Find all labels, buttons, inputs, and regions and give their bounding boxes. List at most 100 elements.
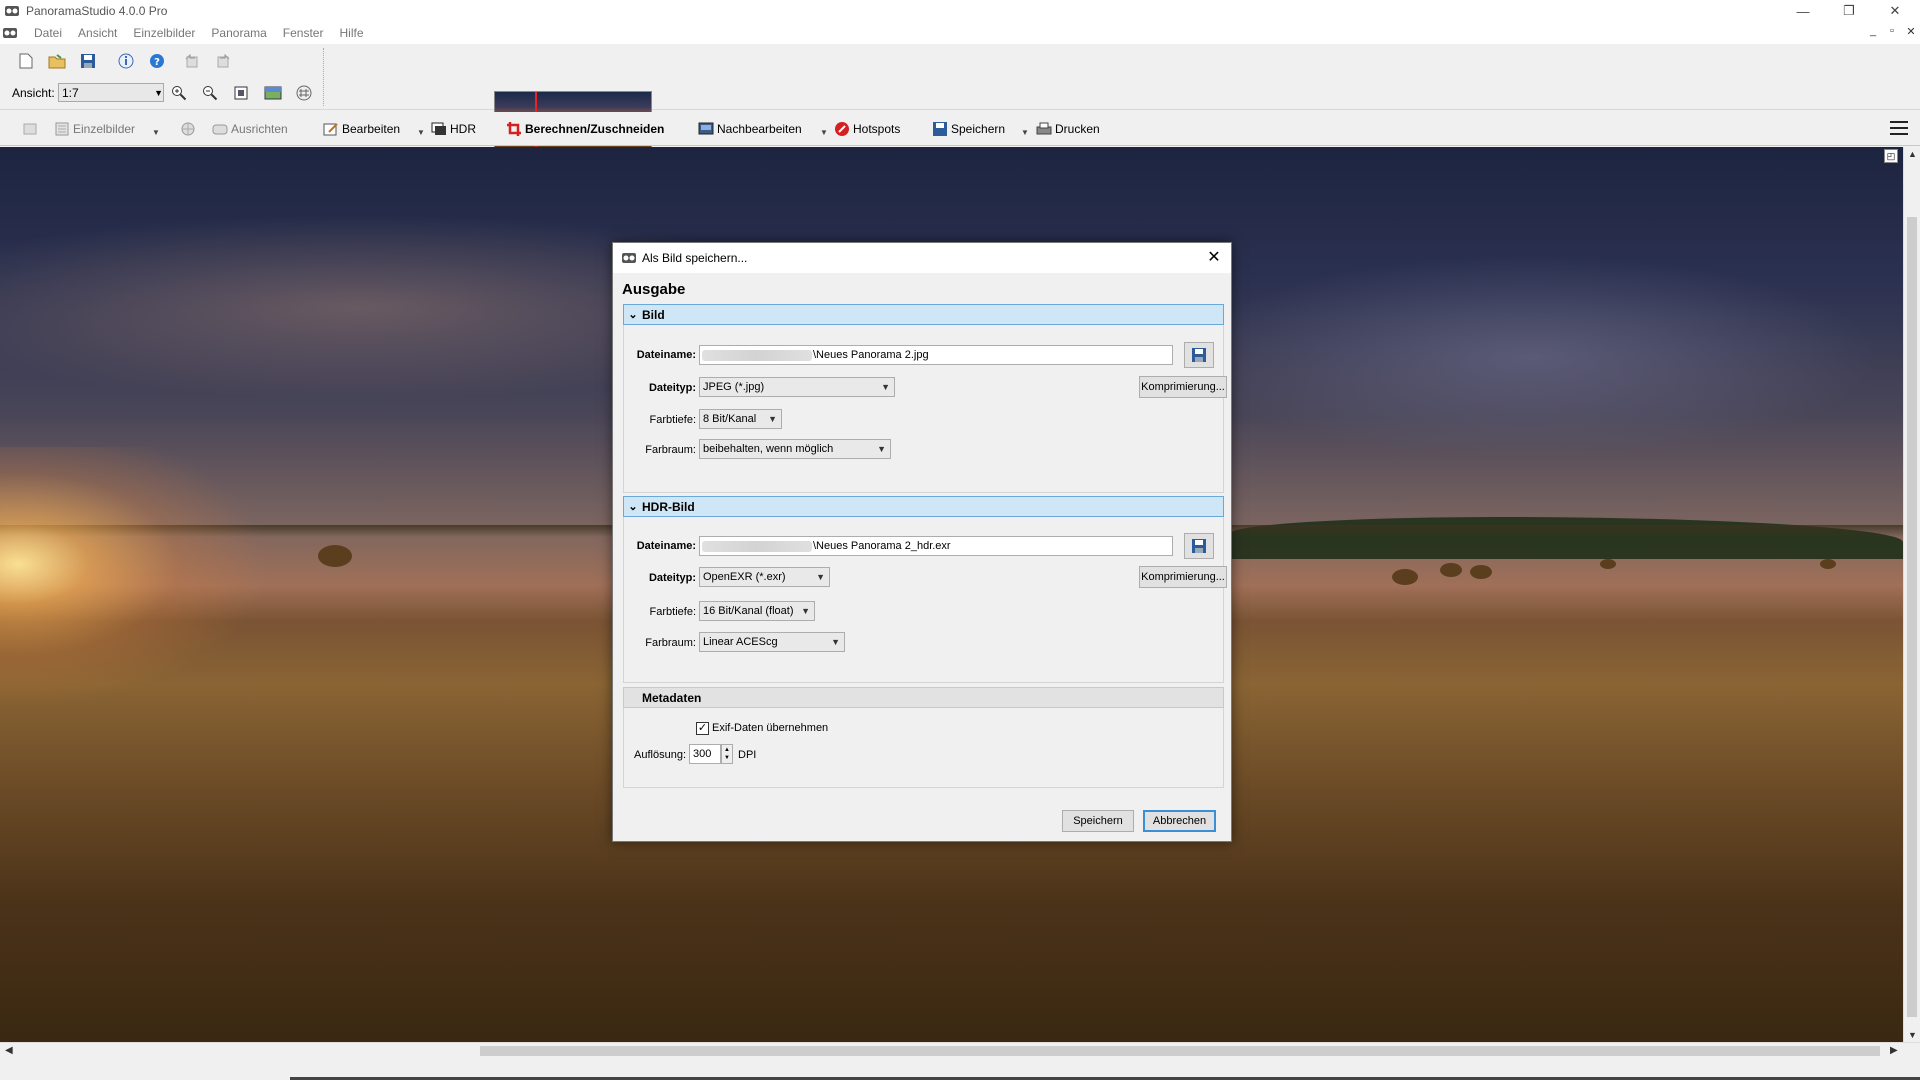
save-as-image-dialog: Als Bild speichern... ✕ Ausgabe ⌄ Bild D… — [612, 242, 1232, 842]
workflow-bearbeiten[interactable]: Bearbeiten — [323, 120, 400, 138]
einzelbilder-dropdown-arrow-icon[interactable]: ▼ — [152, 128, 160, 137]
vertical-scrollbar[interactable]: ▲ ▼ — [1903, 147, 1920, 1042]
workflow-berechnen-label: Berechnen/Zuschneiden — [525, 122, 665, 136]
workflow-hotspots[interactable]: Hotspots — [834, 120, 900, 138]
cancel-button[interactable]: Abbrechen — [1143, 810, 1216, 832]
bild-filetype-value: JPEG (*.jpg) — [703, 381, 765, 393]
scroll-right-icon[interactable]: ▶ — [1890, 1045, 1898, 1056]
hamburger-menu-icon[interactable] — [1890, 121, 1908, 137]
resolution-label: Auflösung: — [634, 749, 686, 761]
help-icon[interactable]: ? — [146, 50, 168, 72]
mdi-close-button[interactable]: ✕ — [1904, 25, 1918, 41]
bild-filetype-select[interactable]: JPEG (*.jpg) ▼ — [699, 377, 895, 397]
hdr-filename-label: Dateiname: — [636, 540, 696, 552]
workflow-drucken[interactable]: Drucken — [1036, 120, 1100, 138]
hay-bale — [1600, 559, 1616, 569]
resolution-unit: DPI — [738, 749, 757, 761]
workflow-speichern-label: Speichern — [951, 122, 1006, 136]
bearbeiten-dropdown-arrow-icon[interactable]: ▼ — [417, 128, 425, 137]
zoom-select[interactable]: 1:7 ▼ — [58, 83, 164, 102]
workflow-hdr[interactable]: HDR — [431, 120, 476, 138]
chevron-down-icon: ⌄ — [628, 501, 638, 513]
crop-icon — [507, 122, 521, 136]
bild-compression-button[interactable]: Komprimierung... — [1139, 376, 1227, 398]
chevron-down-icon: ▼ — [801, 606, 810, 616]
image-view-icon[interactable] — [262, 82, 284, 104]
workflow-drucken-label: Drucken — [1055, 122, 1100, 136]
speichern-dropdown-arrow-icon[interactable]: ▼ — [1021, 128, 1029, 137]
mdi-restore-button[interactable]: ▫ — [1885, 25, 1899, 41]
section-bild-header[interactable]: ⌄ Bild — [623, 304, 1224, 325]
hdr-compression-button[interactable]: Komprimierung... — [1139, 566, 1227, 588]
hdr-filename-field[interactable]: \Neues Panorama 2_hdr.exr — [699, 536, 1173, 556]
workflow-hdr-label: HDR — [450, 122, 476, 136]
bild-colordepth-select[interactable]: 8 Bit/Kanal ▼ — [699, 409, 782, 429]
menu-hilfe[interactable]: Hilfe — [331, 26, 371, 40]
menu-datei[interactable]: Datei — [26, 26, 70, 40]
menu-fenster[interactable]: Fenster — [275, 26, 332, 40]
hdr-colordepth-select[interactable]: 16 Bit/Kanal (float) ▼ — [699, 601, 815, 621]
info-icon[interactable] — [115, 50, 137, 72]
vertical-scroll-thumb[interactable] — [1907, 217, 1917, 1017]
redo-icon[interactable] — [212, 50, 234, 72]
resolution-input[interactable]: 300 — [689, 744, 721, 764]
zoom-out-icon[interactable] — [199, 82, 221, 104]
zoom-label: Ansicht: — [12, 86, 55, 100]
workflow-berechnen-zuschneiden[interactable]: Berechnen/Zuschneiden — [506, 120, 664, 138]
menu-einzelbilder[interactable]: Einzelbilder — [125, 26, 203, 40]
scroll-left-icon[interactable]: ◀ — [5, 1045, 13, 1056]
hdr-filetype-select[interactable]: OpenEXR (*.exr) ▼ — [699, 567, 830, 587]
app-icon — [5, 6, 19, 16]
close-button[interactable]: ✕ — [1872, 0, 1918, 22]
workflow-bearbeiten-label: Bearbeiten — [342, 122, 401, 136]
spin-down-icon[interactable]: ▼ — [724, 754, 730, 762]
save-button[interactable]: Speichern — [1062, 810, 1134, 832]
mdi-minimize-button[interactable]: _ — [1866, 25, 1880, 41]
hdr-browse-button[interactable] — [1184, 533, 1214, 559]
exif-label: Exif-Daten übernehmen — [712, 722, 829, 734]
new-file-icon[interactable] — [15, 50, 37, 72]
restore-button[interactable]: ❐ — [1826, 0, 1872, 22]
minimize-button[interactable]: — — [1780, 0, 1826, 22]
save-disk-icon — [1192, 539, 1206, 553]
open-folder-icon[interactable] — [46, 50, 68, 72]
exif-checkbox[interactable]: ✓ — [696, 722, 709, 735]
workflow-ausrichten-label: Ausrichten — [231, 122, 288, 136]
workflow-einzelbilder[interactable]: Einzelbilder — [54, 120, 135, 138]
workflow-globe-button[interactable] — [180, 120, 199, 138]
horizontal-scroll-thumb[interactable] — [480, 1046, 1880, 1056]
save-disk-icon[interactable] — [77, 50, 99, 72]
menu-panorama[interactable]: Panorama — [203, 26, 274, 40]
bild-filename-label: Dateiname: — [636, 349, 696, 361]
hdr-colorspace-select[interactable]: Linear ACEScg ▼ — [699, 632, 845, 652]
app-menu-icon[interactable] — [2, 25, 18, 41]
hotspots-icon — [835, 122, 849, 136]
nachbearbeiten-dropdown-arrow-icon[interactable]: ▼ — [820, 128, 828, 137]
view-corner-icon[interactable]: ◰ — [1884, 149, 1898, 163]
grid-icon[interactable] — [293, 82, 315, 104]
back-icon — [23, 123, 37, 135]
dialog-close-icon[interactable]: ✕ — [1205, 249, 1223, 267]
workflow-back-button[interactable] — [22, 120, 41, 138]
menu-bar: Datei Ansicht Einzelbilder Panorama Fens… — [0, 22, 1920, 44]
scroll-down-icon[interactable]: ▼ — [1908, 1030, 1917, 1040]
bild-browse-button[interactable] — [1184, 342, 1214, 368]
undo-icon[interactable] — [181, 50, 203, 72]
workflow-ausrichten[interactable]: Ausrichten — [212, 120, 288, 138]
workflow-nachbearbeiten[interactable]: Nachbearbeiten — [698, 120, 802, 138]
scroll-up-icon[interactable]: ▲ — [1908, 149, 1917, 159]
horizontal-scrollbar[interactable]: ◀ ▶ — [0, 1042, 1920, 1059]
zoom-in-icon[interactable] — [168, 82, 190, 104]
workflow-speichern[interactable]: Speichern — [932, 120, 1005, 138]
hdr-icon — [431, 122, 446, 135]
images-icon — [55, 122, 69, 136]
bild-filename-field[interactable]: \Neues Panorama 2.jpg — [699, 345, 1173, 365]
fit-view-icon[interactable] — [230, 82, 252, 104]
bild-colorspace-select[interactable]: beibehalten, wenn möglich ▼ — [699, 439, 891, 459]
menu-ansicht[interactable]: Ansicht — [70, 26, 125, 40]
section-metadata-header[interactable]: Metadaten — [623, 687, 1224, 708]
section-hdr-header[interactable]: ⌄ HDR-Bild — [623, 496, 1224, 517]
spin-up-icon[interactable]: ▲ — [724, 746, 730, 754]
print-icon — [1036, 122, 1052, 135]
resolution-spinner[interactable]: ▲ ▼ — [721, 744, 733, 764]
